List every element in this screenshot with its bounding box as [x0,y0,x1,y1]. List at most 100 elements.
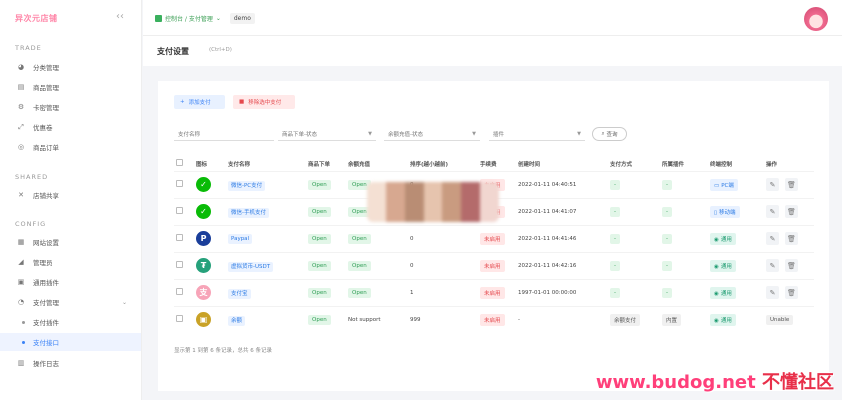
sidebar-item-shop-share[interactable]: ✕ 店铺共享 [0,186,141,204]
globe-icon: ◉ [714,236,719,243]
method-badge: - [610,287,620,298]
trash-icon[interactable]: 🗑 [785,286,798,299]
created-time: 2022-01-11 04:41:07 [518,208,577,215]
bullet-icon [22,320,25,324]
alipay-icon: 支 [196,285,211,300]
col-plugin: 所属插件 [662,161,685,168]
created-time: 2022-01-11 04:40:51 [518,181,577,188]
payment-name-link[interactable]: 支付宝 [228,288,251,299]
row-checkbox[interactable] [176,234,183,241]
sidebar-item-logs[interactable]: ▥ 操作日志 [0,354,141,372]
collapse-sidebar-icon[interactable]: ‹‹ [116,11,124,22]
fee-status-badge: 未启用 [480,259,505,272]
payment-name-link[interactable]: 余额 [228,315,246,326]
sidebar-item-coupons[interactable]: ⤢ 优惠卷 [0,118,141,136]
sidebar-item-payment-plugins[interactable]: 支付插件 [0,313,141,331]
edit-icon[interactable]: ✎ [766,205,779,218]
section-config: CONFIG [15,220,47,228]
edit-icon[interactable]: ✎ [766,286,779,299]
demo-tag: demo [229,13,255,24]
sidebar-item-cards[interactable]: ⚙ 卡密管理 [0,98,141,116]
goods-icon: ▤ [17,83,25,91]
trash-icon[interactable]: 🗑 [785,259,798,272]
order-status-badge[interactable]: Open [308,260,331,271]
fee-status-badge: 未启用 [480,313,505,326]
add-payment-button[interactable]: + 添加支付 [174,95,225,109]
delete-selected-button[interactable]: ■ 移除选中支付 [233,95,295,109]
terminal-badge[interactable]: ▯ 移动端 [710,205,740,218]
payment-name-link[interactable]: 微信-手机支付 [228,207,269,218]
col-icon: 图标 [196,161,208,168]
order-status-badge[interactable]: Open [308,179,331,190]
trash-icon: ■ [239,99,245,105]
terminal-badge[interactable]: ◉ 通用 [710,286,736,299]
row-checkbox[interactable] [176,261,183,268]
sidebar-item-site-settings[interactable]: ▦ 网站设置 [0,233,141,251]
page-subtitle: (Ctrl+D) [209,47,232,53]
order-status-badge[interactable]: Open [308,206,331,217]
paypal-icon: P [196,231,211,246]
plugin-badge: 内置 [662,313,682,326]
sidebar-item-payment[interactable]: ◔ 支付管理 ⌄ [0,293,141,311]
recharge-status-badge[interactable]: Open [348,260,371,271]
method-badge: - [610,179,620,190]
sort-value[interactable]: 0 [410,236,414,242]
terminal-badge[interactable]: ◉ 通用 [710,259,736,272]
search-button[interactable]: ⌕ 查询 [592,127,627,141]
sidebar-item-orders[interactable]: ◎ 商品订单 [0,138,141,156]
search-icon: ⌕ [601,130,605,137]
payment-name-link[interactable]: Paypal [228,233,253,244]
caret-down-icon: ▼ [577,130,581,137]
trash-icon[interactable]: 🗑 [785,178,798,191]
sort-value[interactable]: 0 [410,263,414,269]
method-badge: 余额支付 [610,313,641,326]
row-checkbox[interactable] [176,180,183,187]
created-time: - [518,316,520,323]
top-bar: 控制台 / 支付管理 ⌄ demo [143,0,842,36]
plugin-badge: - [662,206,672,217]
payment-name-input[interactable]: 支付名称 [174,127,274,141]
method-badge: - [610,260,620,271]
trash-icon[interactable]: 🗑 [785,205,798,218]
section-shared: SHARED [15,173,49,181]
sort-value[interactable]: 1 [410,290,414,296]
payment-name-link[interactable]: 虚拟货币-USDT [228,261,274,272]
select-all-checkbox[interactable] [174,157,194,171]
recharge-status-select[interactable]: 余额充值-状态 ▼ [384,127,480,141]
col-actions: 操作 [766,161,778,168]
sidebar-item-goods[interactable]: ▤ 商品管理 [0,78,141,96]
payment-icon: ◔ [17,298,25,306]
order-status-badge[interactable]: Open [308,314,331,325]
brand-logo[interactable]: 异次元店铺 [15,13,58,24]
row-checkbox[interactable] [176,288,183,295]
recharge-status-badge[interactable]: Open [348,287,371,298]
plugin-select[interactable]: 插件 ▼ [489,127,585,141]
sidebar-item-admins[interactable]: ◢ 管理员 [0,253,141,271]
recharge-status-badge[interactable]: Open [348,233,371,244]
order-status-select[interactable]: 商品下单-状态 ▼ [278,127,376,141]
row-checkbox[interactable] [176,315,183,323]
sidebar-item-plugins[interactable]: ▣ 通用插件 [0,273,141,291]
order-status-badge[interactable]: Open [308,287,331,298]
row-checkbox[interactable] [176,207,183,214]
terminal-badge[interactable]: ◉ 通用 [710,232,736,245]
edit-icon[interactable]: ✎ [766,178,779,191]
payment-name-link[interactable]: 微信-PC支付 [228,180,266,191]
trash-icon[interactable]: 🗑 [785,232,798,245]
breadcrumb[interactable]: 控制台 / 支付管理 ⌄ demo [155,13,255,24]
sidebar-item-category[interactable]: ◕ 分类管理 [0,58,141,76]
terminal-badge[interactable]: ◉ 通用 [710,313,736,326]
terminal-badge[interactable]: ▭ PC端 [710,178,738,191]
usdt-icon: ₮ [196,258,211,273]
globe-icon: ◉ [714,290,719,297]
order-icon: ◎ [17,143,25,151]
card-icon: ⚙ [17,103,25,111]
order-status-badge[interactable]: Open [308,233,331,244]
sort-value[interactable]: 999 [410,317,421,323]
category-icon: ◕ [17,63,25,71]
sidebar-item-payment-interface[interactable]: 支付接口 [0,333,141,351]
edit-icon[interactable]: ✎ [766,232,779,245]
page-header: 支付设置 (Ctrl+D) [143,36,842,66]
edit-icon[interactable]: ✎ [766,259,779,272]
avatar[interactable] [804,7,828,31]
